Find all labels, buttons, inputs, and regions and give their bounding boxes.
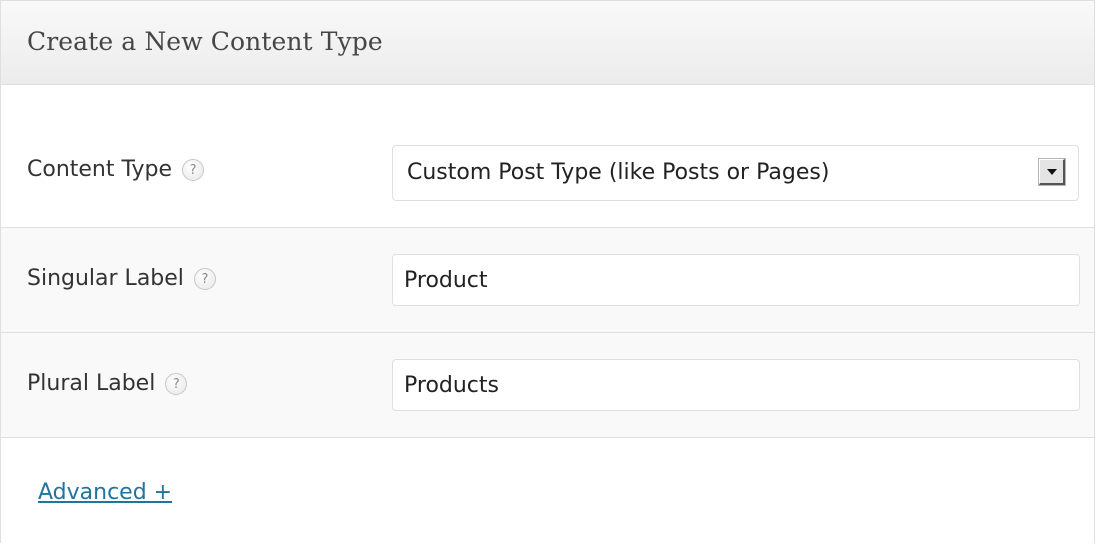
panel-title: Create a New Content Type bbox=[27, 27, 383, 56]
plural-label-label: Plural Label bbox=[27, 371, 156, 396]
content-type-selected-value: Custom Post Type (like Posts or Pages) bbox=[407, 160, 830, 185]
advanced-row: Advanced + bbox=[1, 438, 1094, 544]
singular-label-group: Singular Label ? bbox=[27, 266, 216, 291]
plural-label-input[interactable] bbox=[392, 359, 1080, 411]
chevron-down-icon[interactable] bbox=[1038, 158, 1066, 186]
advanced-toggle-link[interactable]: Advanced + bbox=[38, 480, 172, 505]
singular-label-help-icon[interactable]: ? bbox=[193, 267, 216, 290]
content-type-label: Content Type bbox=[27, 157, 173, 182]
singular-label-row: Singular Label ? bbox=[1, 228, 1094, 333]
content-type-help-icon[interactable]: ? bbox=[182, 158, 205, 181]
panel-header: Create a New Content Type bbox=[1, 1, 1094, 85]
content-type-select[interactable]: Custom Post Type (like Posts or Pages) bbox=[392, 145, 1079, 201]
create-content-type-panel: Create a New Content Type Content Type ?… bbox=[0, 0, 1095, 544]
content-type-row: Content Type ? Custom Post Type (like Po… bbox=[1, 85, 1094, 228]
plural-label-group: Plural Label ? bbox=[27, 371, 188, 396]
singular-label-label: Singular Label bbox=[27, 266, 184, 291]
plural-label-row: Plural Label ? bbox=[1, 333, 1094, 438]
singular-label-input[interactable] bbox=[392, 254, 1080, 306]
plural-label-help-icon[interactable]: ? bbox=[165, 372, 188, 395]
content-type-label-group: Content Type ? bbox=[27, 157, 205, 182]
